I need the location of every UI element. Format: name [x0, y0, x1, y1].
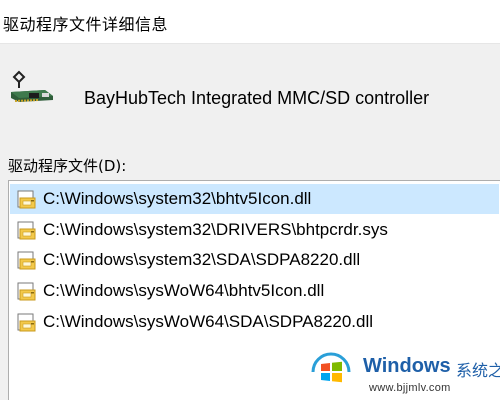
- file-row[interactable]: C:\Windows\sysWoW64\SDA\SDPA8220.dll: [10, 307, 499, 337]
- driver-file-icon: [17, 313, 39, 333]
- driver-files-label: 驱动程序文件(D):: [8, 157, 127, 175]
- driver-file-icon: [17, 251, 39, 271]
- file-row[interactable]: C:\Windows\sysWoW64\bhtv5Icon.dll: [10, 276, 499, 306]
- file-path: C:\Windows\system32\bhtv5Icon.dll: [43, 189, 312, 208]
- driver-file-icon: [17, 282, 39, 302]
- driver-file-icon: [17, 190, 39, 210]
- file-path: C:\Windows\sysWoW64\SDA\SDPA8220.dll: [43, 312, 374, 331]
- device-name: BayHubTech Integrated MMC/SD controller: [84, 88, 430, 108]
- watermark: Windows 系统之家 www.bjjmlv.com: [307, 345, 500, 397]
- file-path: C:\Windows\sysWoW64\bhtv5Icon.dll: [43, 281, 325, 300]
- file-row[interactable]: C:\Windows\system32\SDA\SDPA8220.dll: [10, 245, 499, 275]
- watermark-brand-cn: 系统之家: [456, 361, 500, 380]
- file-path: C:\Windows\system32\DRIVERS\bhtpcrdr.sys: [43, 220, 388, 239]
- file-path: C:\Windows\system32\SDA\SDPA8220.dll: [43, 250, 361, 269]
- title-bar: 驱动程序文件详细信息: [0, 0, 500, 44]
- file-row[interactable]: C:\Windows\system32\DRIVERS\bhtpcrdr.sys: [10, 215, 499, 245]
- watermark-url: www.bjjmlv.com: [369, 382, 451, 394]
- window-title: 驱动程序文件详细信息: [3, 15, 169, 34]
- driver-file-icon: [17, 221, 39, 241]
- watermark-brand: Windows: [363, 355, 451, 377]
- file-row[interactable]: C:\Windows\system32\bhtv5Icon.dll: [10, 184, 499, 214]
- windows-logo-icon: [307, 350, 355, 394]
- controller-card-icon: [9, 68, 57, 108]
